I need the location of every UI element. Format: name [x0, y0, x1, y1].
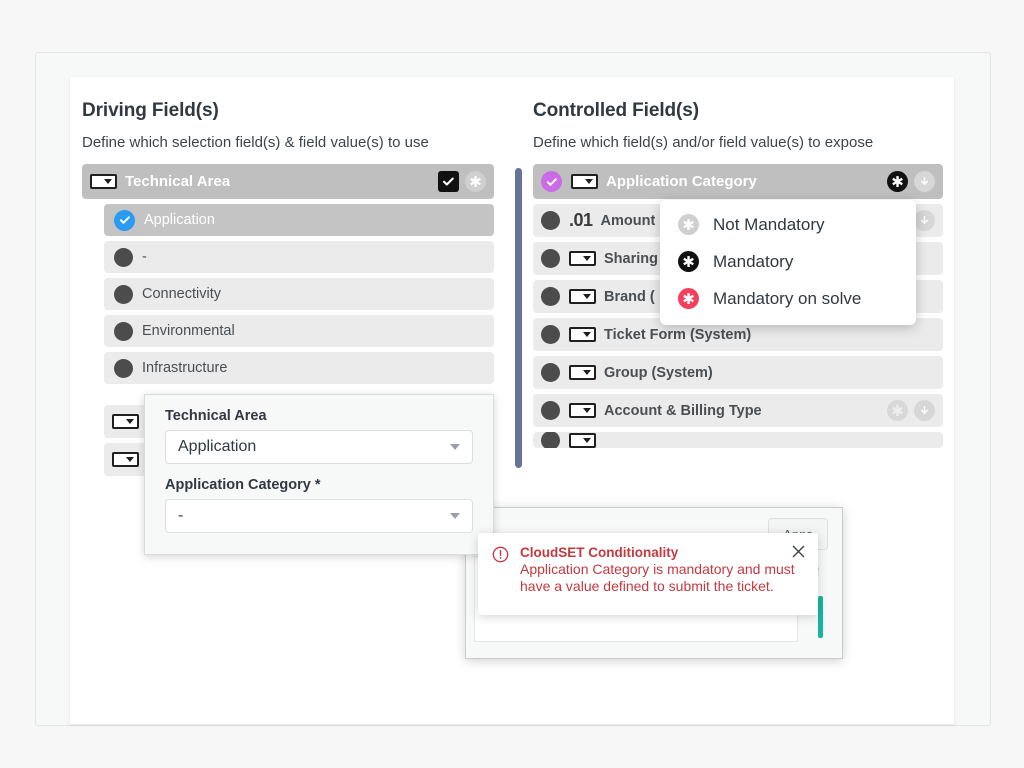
conditionality-form-popup: Technical Area Application Application C… — [144, 394, 494, 555]
down-arrow-icon[interactable] — [914, 210, 935, 231]
bullet-dot-icon — [114, 285, 133, 304]
error-notification: CloudSET Conditionality Application Cate… — [478, 533, 818, 615]
select-field-icon — [112, 414, 139, 429]
controlled-row-label: Amount — [601, 213, 656, 229]
controlled-row-label: Brand ( — [604, 289, 655, 305]
technical-area-value: Application — [178, 438, 256, 456]
select-field-icon — [569, 289, 596, 304]
down-arrow-icon[interactable] — [914, 171, 935, 192]
application-category-select[interactable]: - — [165, 499, 473, 533]
driving-fields-panel: Driving Field(s) Define which selection … — [82, 100, 494, 389]
select-field-icon — [569, 403, 596, 418]
select-field-icon — [90, 174, 117, 189]
close-icon[interactable] — [789, 542, 807, 560]
bullet-dot-icon — [114, 359, 133, 378]
check-icon — [442, 175, 455, 188]
bullet-dot-icon — [541, 325, 560, 344]
controlled-fields-subtitle: Define which field(s) and/or field value… — [533, 134, 943, 151]
controlled-row-group[interactable]: Group (System) — [533, 356, 943, 389]
technical-area-select[interactable]: Application — [165, 430, 473, 464]
select-field-icon — [112, 452, 139, 467]
select-field-icon — [569, 365, 596, 380]
black-asterisk-icon: ✱ — [678, 251, 699, 272]
bullet-dot-icon — [541, 287, 560, 306]
select-field-icon — [569, 433, 596, 448]
bullet-dot-icon — [541, 432, 560, 448]
bullet-dot-icon — [541, 401, 560, 420]
driving-values-list: Application - Connectivity Environmental… — [104, 204, 494, 384]
bullet-dot-icon — [541, 211, 560, 230]
select-field-icon — [571, 174, 598, 189]
driving-value-label: Infrastructure — [142, 360, 227, 376]
bullet-dot-icon — [541, 363, 560, 382]
purple-check-icon — [541, 171, 562, 192]
alert-circle-icon — [492, 546, 509, 603]
form-label-application-category: Application Category * — [165, 477, 493, 493]
controlled-row-label: Sharing — [604, 251, 658, 267]
notification-message: Application Category is mandatory and mu… — [520, 561, 804, 595]
driving-value-row-environmental[interactable]: Environmental — [104, 315, 494, 347]
driving-header-row-technical-area[interactable]: Technical Area ✱ — [82, 164, 494, 199]
grey-asterisk-icon: ✱ — [678, 214, 699, 235]
driving-value-row-dash[interactable]: - — [104, 241, 494, 273]
select-field-icon — [569, 251, 596, 266]
chevron-down-icon — [450, 513, 460, 519]
mandatory-dropdown-menu[interactable]: ✱ Not Mandatory ✱ Mandatory ✱ Mandatory … — [660, 200, 916, 325]
controlled-row-label: Account & Billing Type — [604, 403, 762, 419]
menu-item-label: Mandatory on solve — [713, 289, 861, 309]
decimal-icon: .01 — [569, 210, 593, 231]
screenshot-root: Driving Field(s) Define which selection … — [0, 0, 1024, 768]
controlled-row-account-billing-type[interactable]: Account & Billing Type ✱ — [533, 394, 943, 427]
driving-value-label: Application — [144, 212, 215, 228]
teal-accent-bar — [818, 596, 823, 638]
blue-check-icon — [114, 210, 135, 231]
driving-value-row-connectivity[interactable]: Connectivity — [104, 278, 494, 310]
controlled-row-label: Ticket Form (System) — [604, 327, 751, 343]
menu-item-label: Mandatory — [713, 252, 793, 272]
controlled-row-label: Group (System) — [604, 365, 713, 381]
driving-value-row-infrastructure[interactable]: Infrastructure — [104, 352, 494, 384]
notification-title: CloudSET Conditionality — [520, 545, 804, 560]
controlled-row-partial[interactable] — [533, 432, 943, 448]
driving-value-label: Connectivity — [142, 286, 221, 302]
chevron-down-icon — [450, 444, 460, 450]
controlled-row-application-category[interactable]: Application Category ✱ — [533, 164, 943, 199]
form-label-technical-area: Technical Area — [165, 408, 493, 424]
bullet-dot-icon — [541, 249, 560, 268]
controlled-fields-title: Controlled Field(s) — [533, 100, 943, 122]
mandatory-badge-icon[interactable]: ✱ — [887, 171, 908, 192]
not-mandatory-badge-icon[interactable]: ✱ — [887, 400, 908, 421]
menu-item-not-mandatory[interactable]: ✱ Not Mandatory — [660, 206, 916, 243]
driving-fields-subtitle: Define which selection field(s) & field … — [82, 134, 494, 151]
menu-item-label: Not Mandatory — [713, 215, 825, 235]
driving-value-label: - — [142, 249, 147, 265]
application-category-value: - — [178, 507, 183, 525]
select-field-icon — [569, 327, 596, 342]
vertical-scrollbar[interactable] — [515, 168, 522, 468]
menu-item-mandatory[interactable]: ✱ Mandatory — [660, 243, 916, 280]
driving-header-not-mandatory-icon[interactable]: ✱ — [465, 171, 486, 192]
driving-value-label: Environmental — [142, 323, 235, 339]
driving-fields-title: Driving Field(s) — [82, 100, 494, 122]
down-arrow-icon[interactable] — [914, 400, 935, 421]
driving-header-checkbox[interactable] — [438, 171, 459, 192]
red-asterisk-icon: ✱ — [678, 288, 699, 309]
driving-value-row-application[interactable]: Application — [104, 204, 494, 236]
bullet-dot-icon — [114, 248, 133, 267]
menu-item-mandatory-on-solve[interactable]: ✱ Mandatory on solve — [660, 280, 916, 317]
driving-header-label: Technical Area — [125, 173, 230, 190]
controlled-row-label: Application Category — [606, 173, 757, 190]
bullet-dot-icon — [114, 322, 133, 341]
